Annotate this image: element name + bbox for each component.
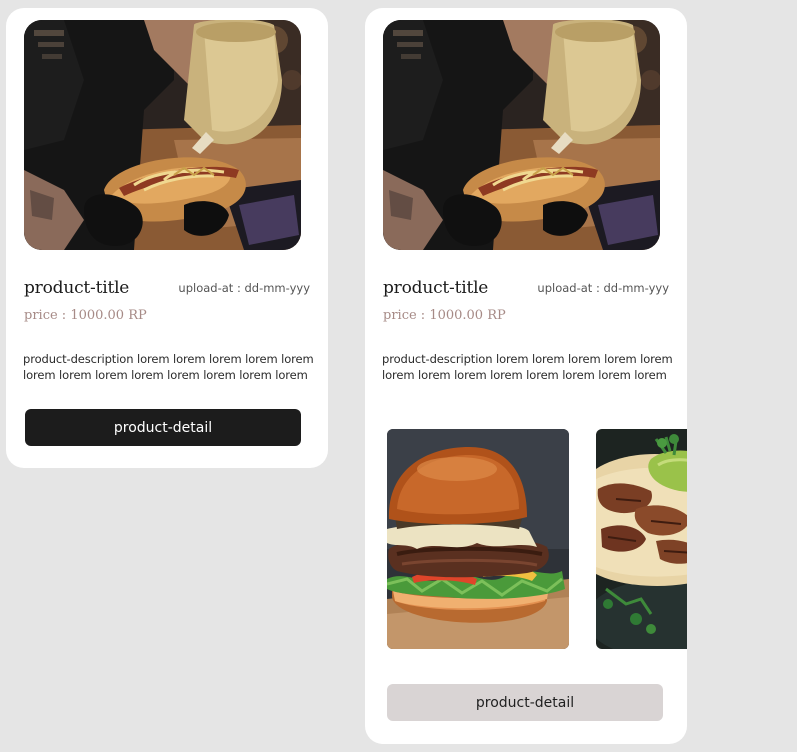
product-image — [24, 20, 301, 250]
image-carousel[interactable] — [387, 429, 687, 649]
hotdog-photo — [24, 20, 301, 250]
upload-date: upload-at : dd-mm-yyy — [178, 281, 310, 295]
product-card: product-title upload-at : dd-mm-yyy pric… — [6, 8, 328, 468]
product-description: product-description lorem lorem lorem lo… — [23, 352, 314, 382]
taco-photo — [596, 429, 687, 649]
product-price: price : 1000.00 RP — [24, 308, 147, 323]
product-title: product-title — [24, 278, 130, 298]
product-image — [383, 20, 660, 250]
burger-photo — [387, 429, 569, 649]
product-detail-button[interactable]: product-detail — [387, 684, 663, 721]
carousel-slide-taco[interactable] — [596, 429, 687, 649]
product-detail-button[interactable]: product-detail — [25, 409, 301, 446]
product-price: price : 1000.00 RP — [383, 308, 506, 323]
product-description: product-description lorem lorem lorem lo… — [382, 352, 673, 382]
hotdog-photo — [383, 20, 660, 250]
carousel-slide-burger[interactable] — [387, 429, 569, 649]
upload-date: upload-at : dd-mm-yyy — [537, 281, 669, 295]
product-card: product-title upload-at : dd-mm-yyy pric… — [365, 8, 687, 744]
product-title: product-title — [383, 278, 489, 298]
